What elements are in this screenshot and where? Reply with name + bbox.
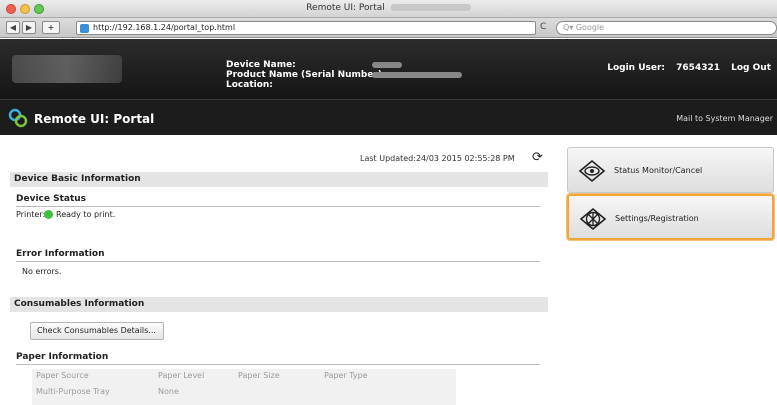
location-label: Location: [226,80,273,90]
paper-table-header: Paper Source Paper Level Paper Size Pape… [32,369,456,383]
paper-source-cell: Multi-Purpose Tray [36,387,110,396]
device-status-title: Device Status [16,194,87,204]
settings-icon [579,207,607,231]
site-favicon-icon [80,24,89,33]
device-info: Device Name: Product Name (Serial Number… [226,60,386,90]
portal-logo-icon [8,108,28,128]
reload-icon[interactable]: C [540,22,546,32]
device-name-label: Device Name: [226,60,296,70]
window-title: Remote UI: Portal [0,3,777,13]
status-monitor-label: Status Monitor/Cancel [614,166,703,175]
settings-registration-button[interactable]: Settings/Registration [567,194,774,240]
product-name-value [372,72,462,78]
window-titlebar: Remote UI: Portal [0,0,777,18]
col-paper-level: Paper Level [158,371,205,380]
address-text: http://192.168.1.24/portal_top.html [93,23,236,32]
status-monitor-button[interactable]: Status Monitor/Cancel [567,147,774,193]
refresh-icon[interactable]: ⟳ [532,150,543,165]
add-bookmark-button[interactable]: + [42,21,60,34]
login-user-label: Login User: [607,63,666,73]
window-title-text: Remote UI: Portal [306,3,385,13]
search-input[interactable]: Q▾ Google [556,21,777,35]
mail-system-manager-link[interactable]: Mail to System Manager [676,114,773,123]
paper-table: Paper Source Paper Level Paper Size Pape… [32,369,456,405]
device-logo [12,55,122,83]
settings-registration-label: Settings/Registration [615,214,699,223]
address-bar[interactable]: http://192.168.1.24/portal_top.html [76,21,536,35]
back-button[interactable]: ◀ [6,21,20,34]
login-user-value: 7654321 [676,63,720,73]
check-consumables-button[interactable]: Check Consumables Details... [30,322,164,340]
error-info-title: Error Information [16,249,105,259]
col-paper-source: Paper Source [36,371,89,380]
table-row: Multi-Purpose Tray None [32,385,456,399]
status-ok-icon [44,210,53,219]
forward-button[interactable]: ▶ [22,21,36,34]
paper-info-title: Paper Information [16,352,109,362]
device-basic-info-header: Device Basic Information [10,172,548,187]
printer-label: Printer: [16,210,46,219]
last-updated-text: Last Updated:24/03 2015 02:55:28 PM [360,154,515,163]
login-area: Login User: 7654321 Log Out [599,63,771,73]
product-name-label: Product Name (Serial Number): [226,70,386,80]
consumables-info-header: Consumables Information [10,297,548,312]
eye-icon [578,159,606,183]
portal-title: Remote UI: Portal [34,112,155,126]
printer-status-text: Ready to print. [56,210,116,219]
portal-bar: Remote UI: Portal Mail to System Manager [0,99,777,135]
logout-link[interactable]: Log Out [731,63,771,73]
col-paper-type: Paper Type [324,371,368,380]
col-paper-size: Paper Size [238,371,280,380]
device-header: Device Name: Product Name (Serial Number… [0,39,777,99]
error-info-text: No errors. [22,267,62,276]
device-name-value [372,62,402,68]
browser-toolbar: ◀ ▶ + http://192.168.1.24/portal_top.htm… [0,18,777,38]
paper-level-cell: None [158,387,179,396]
